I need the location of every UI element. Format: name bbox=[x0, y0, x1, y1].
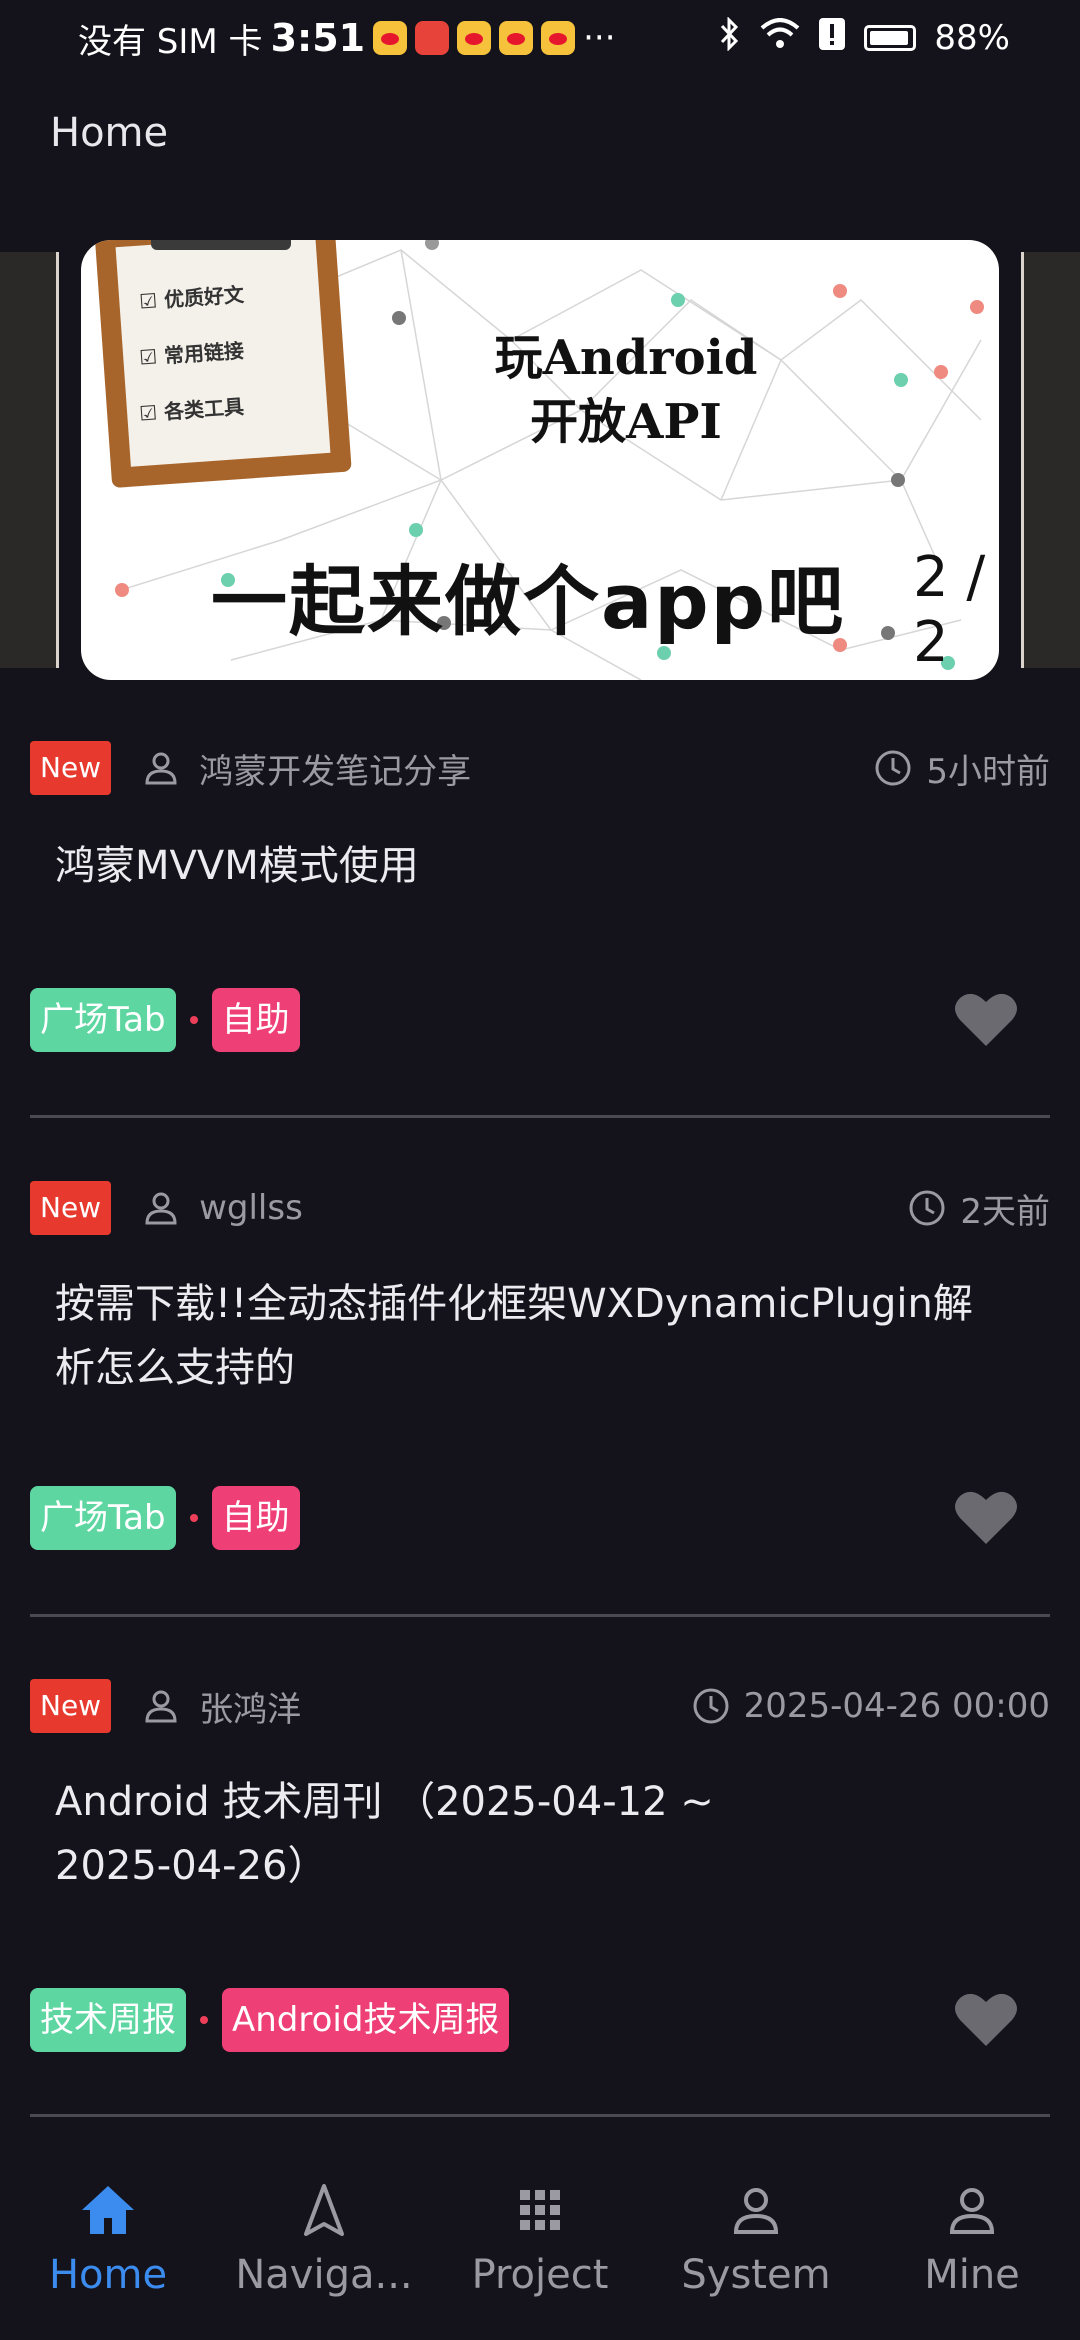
new-badge: New bbox=[30, 1181, 112, 1235]
nav-item-home[interactable]: Home bbox=[0, 2140, 216, 2340]
new-badge: New bbox=[30, 1679, 112, 1733]
tag-separator bbox=[189, 1514, 198, 1522]
bottom-navigation: Home Naviga... Project System Mine bbox=[0, 2140, 1080, 2340]
article-author[interactable]: 张鸿洋 bbox=[199, 1682, 301, 1731]
nav-item-system[interactable]: System bbox=[648, 2140, 864, 2340]
banner-title: 玩Android 开放API bbox=[494, 330, 758, 450]
person-icon bbox=[145, 1690, 177, 1723]
weibo-notification-icon bbox=[373, 21, 408, 55]
carrier-label: 没有 SIM 卡 bbox=[78, 21, 263, 62]
article-item[interactable]: New 张鸿洋 2025-04-26 00:00 Android 技术周刊 （2… bbox=[0, 1678, 1080, 2118]
nav-label: Home bbox=[48, 2252, 168, 2298]
new-badge: New bbox=[30, 741, 112, 795]
weibo-notification-icon bbox=[541, 21, 576, 55]
banner-slogan: 一起来做个app吧 bbox=[211, 557, 846, 646]
person-icon bbox=[145, 1192, 177, 1225]
banner-peek-previous[interactable] bbox=[0, 252, 59, 668]
clipboard-clip bbox=[151, 240, 291, 250]
page-title: Home bbox=[50, 110, 169, 156]
divider bbox=[30, 1614, 1050, 1617]
status-bar: 没有 SIM 卡 3:51 ··· 88% bbox=[0, 0, 1080, 76]
article-time: 2天前 bbox=[960, 1191, 1050, 1232]
huawei-notification-icon bbox=[415, 21, 450, 55]
weibo-notification-icon bbox=[499, 21, 534, 55]
nav-item-project[interactable]: Project bbox=[432, 2140, 648, 2340]
article-title[interactable]: 按需下载!!全动态插件化框架WXDynamicPlugin解析怎么支持的 bbox=[55, 1272, 980, 1400]
category-tag[interactable]: 广场Tab bbox=[30, 1486, 176, 1550]
article-title[interactable]: 鸿蒙MVVM模式使用 bbox=[55, 834, 980, 898]
divider bbox=[30, 1115, 1050, 1118]
article-author[interactable]: wgllss bbox=[199, 1188, 303, 1228]
chapter-tag[interactable]: 自助 bbox=[211, 988, 300, 1052]
favorite-heart-icon[interactable] bbox=[954, 1488, 1018, 1546]
tag-separator bbox=[189, 1016, 198, 1024]
banner-slide[interactable]: ☑ 优质好文 ☑ 常用链接 ☑ 各类工具 玩Android 开放API 一起来做… bbox=[81, 240, 999, 680]
favorite-heart-icon[interactable] bbox=[954, 990, 1018, 1048]
grid-icon bbox=[520, 2190, 560, 2230]
banner-peek-next[interactable] bbox=[1021, 252, 1080, 668]
battery-level: 88% bbox=[934, 18, 1010, 58]
person-icon bbox=[949, 2188, 995, 2234]
bluetooth-icon bbox=[718, 15, 742, 60]
article-time: 2025-04-26 00:00 bbox=[743, 1686, 1050, 1726]
nav-label: Project bbox=[471, 2252, 609, 2298]
more-notifications-icon: ··· bbox=[583, 18, 616, 58]
tag-separator bbox=[200, 2016, 208, 2024]
clock-icon bbox=[875, 750, 911, 786]
battery-icon bbox=[864, 25, 917, 51]
article-item[interactable]: New wgllss 2天前 按需下载!!全动态插件化框架WXDynamicPl… bbox=[0, 1180, 1080, 1620]
article-author[interactable]: 鸿蒙开发笔记分享 bbox=[199, 744, 471, 793]
clock-icon bbox=[909, 1190, 945, 1226]
chapter-tag[interactable]: 自助 bbox=[211, 1486, 300, 1550]
weibo-notification-icon bbox=[457, 21, 492, 55]
home-icon bbox=[82, 2186, 134, 2234]
banner-carousel[interactable]: ☑ 优质好文 ☑ 常用链接 ☑ 各类工具 玩Android 开放API 一起来做… bbox=[0, 240, 1080, 680]
nav-label: System bbox=[681, 2252, 831, 2298]
category-tag[interactable]: 技术周报 bbox=[30, 1988, 186, 2052]
article-item[interactable]: New 鸿蒙开发笔记分享 5小时前 鸿蒙MVVM模式使用 广场Tab 自助 bbox=[0, 740, 1080, 1120]
nav-item-mine[interactable]: Mine bbox=[864, 2140, 1080, 2340]
nav-label: Mine bbox=[924, 2252, 1020, 2298]
person-icon bbox=[145, 752, 177, 785]
no-sim-alert-icon bbox=[818, 17, 846, 60]
divider bbox=[30, 2114, 1050, 2117]
category-tag[interactable]: 广场Tab bbox=[30, 988, 176, 1052]
clock-time: 3:51 bbox=[270, 16, 366, 60]
clock-icon bbox=[693, 1688, 729, 1724]
navigation-icon bbox=[304, 2184, 344, 2236]
nav-item-navigation[interactable]: Naviga... bbox=[216, 2140, 432, 2340]
person-icon bbox=[733, 2188, 779, 2234]
nav-label: Naviga... bbox=[235, 2252, 413, 2298]
wifi-icon bbox=[760, 17, 800, 59]
banner-page-indicator: 2 / 2 bbox=[913, 545, 986, 675]
favorite-heart-icon[interactable] bbox=[954, 1990, 1018, 2048]
article-title[interactable]: Android 技术周刊 （2025-04-12 ~ 2025-04-26） bbox=[55, 1770, 750, 1898]
chapter-tag[interactable]: Android技术周报 bbox=[222, 1988, 510, 2052]
article-time: 5小时前 bbox=[926, 751, 1050, 792]
